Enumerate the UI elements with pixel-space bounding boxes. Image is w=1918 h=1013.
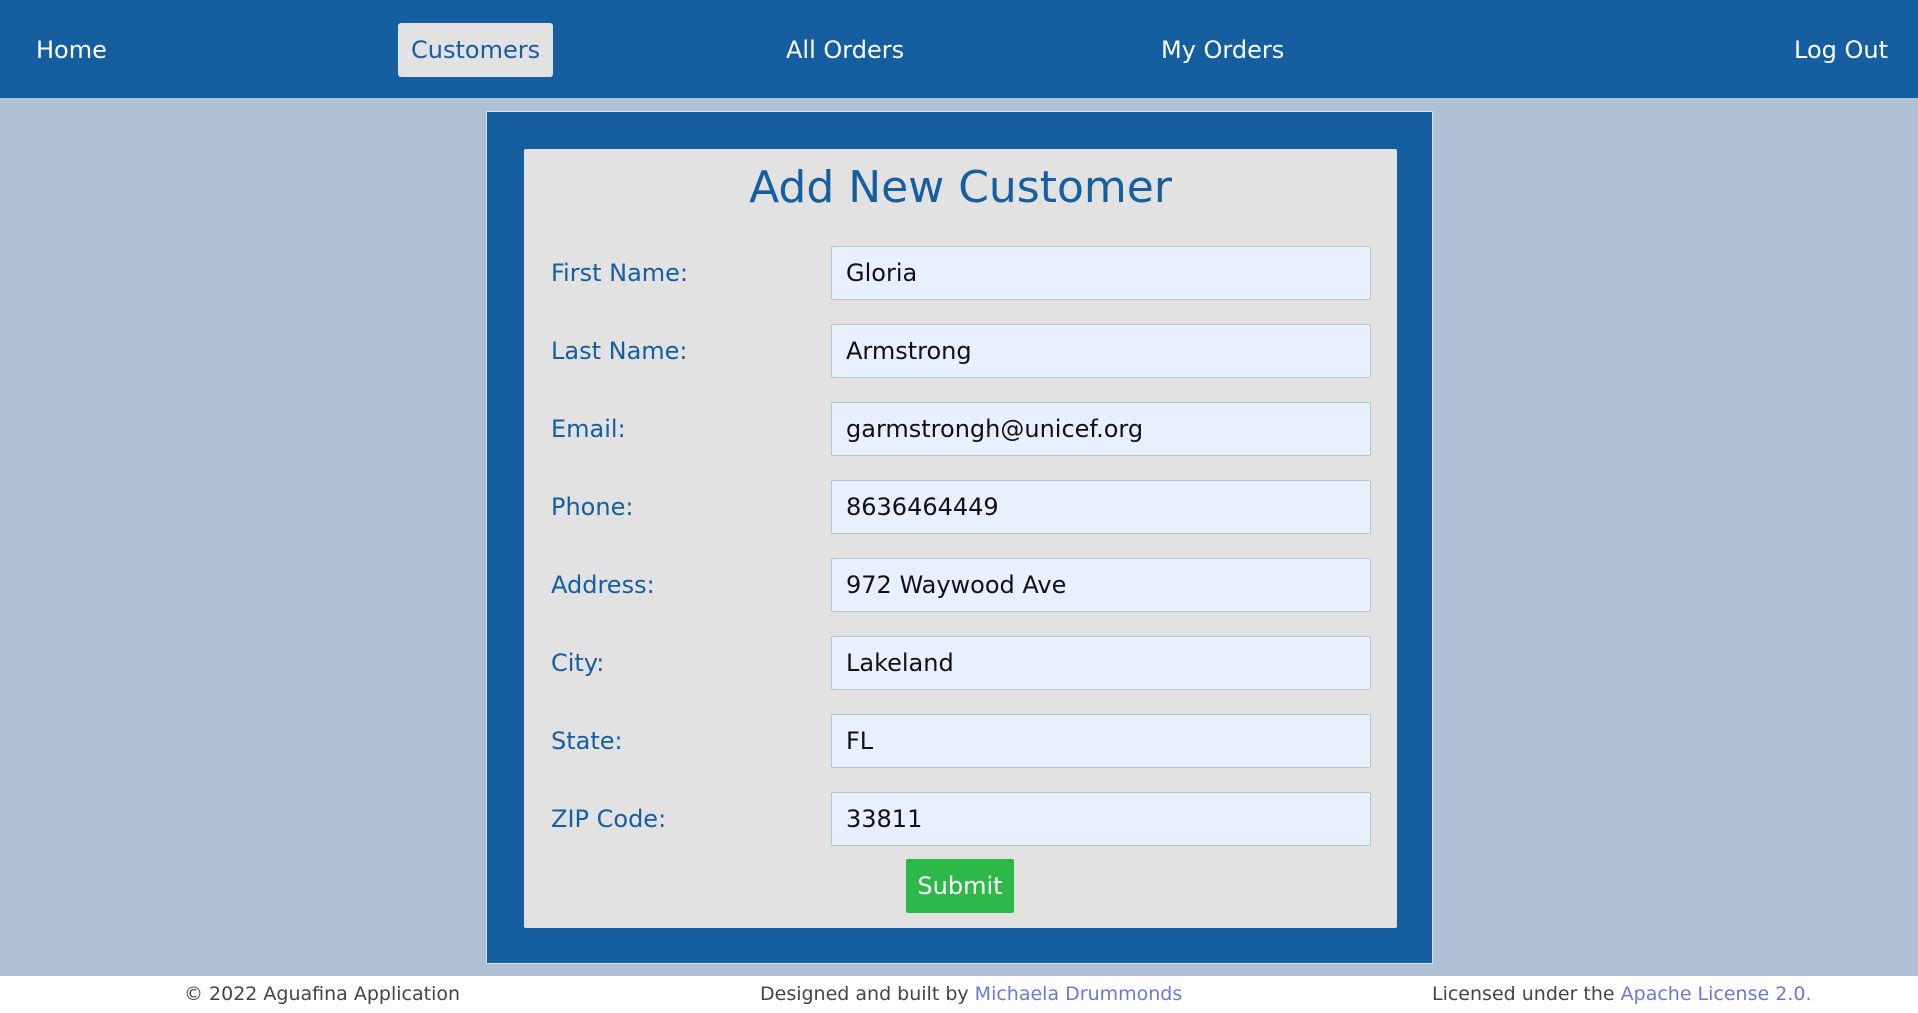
page-footer: © 2022 Aguafina Application Designed and… xyxy=(0,976,1918,1013)
footer-copyright: © 2022 Aguafina Application xyxy=(184,983,461,1005)
zip-code-input[interactable] xyxy=(831,792,1371,846)
add-customer-form: Add New Customer First Name: Last Name: … xyxy=(524,149,1397,928)
last-name-input[interactable] xyxy=(831,324,1371,378)
email-label: Email: xyxy=(551,415,626,443)
nav-all-orders-link[interactable]: All Orders xyxy=(786,23,904,77)
first-name-label: First Name: xyxy=(551,259,689,287)
footer-license: Licensed under the Apache License 2.0. xyxy=(1432,976,1812,1013)
address-input[interactable] xyxy=(831,558,1371,612)
license-link[interactable]: Apache License 2.0. xyxy=(1621,983,1812,1005)
form-title: Add New Customer xyxy=(749,162,1172,213)
nav-customers-link[interactable]: Customers xyxy=(398,23,554,77)
email-input[interactable] xyxy=(831,402,1371,456)
first-name-input[interactable] xyxy=(831,246,1371,300)
city-input[interactable] xyxy=(831,636,1371,690)
zip-code-label: ZIP Code: xyxy=(551,805,667,833)
designer-link[interactable]: Michaela Drummonds xyxy=(975,983,1183,1005)
nav-my-orders-link[interactable]: My Orders xyxy=(1161,23,1284,77)
top-navbar: Home Customers All Orders My Orders Log … xyxy=(0,0,1918,98)
submit-button[interactable]: Submit xyxy=(906,859,1014,913)
phone-label: Phone: xyxy=(551,493,634,521)
state-label: State: xyxy=(551,727,623,755)
footer-designed-prefix: Designed and built by xyxy=(760,983,975,1005)
nav-log-out-link[interactable]: Log Out xyxy=(1794,23,1888,77)
phone-input[interactable] xyxy=(831,480,1371,534)
last-name-label: Last Name: xyxy=(551,337,688,365)
footer-designed-by: Designed and built by Michaela Drummonds xyxy=(760,976,1182,1013)
address-label: Address: xyxy=(551,571,655,599)
city-label: City: xyxy=(551,649,605,677)
footer-license-prefix: Licensed under the xyxy=(1432,983,1621,1005)
nav-home-link[interactable]: Home xyxy=(36,23,107,77)
state-input[interactable] xyxy=(831,714,1371,768)
